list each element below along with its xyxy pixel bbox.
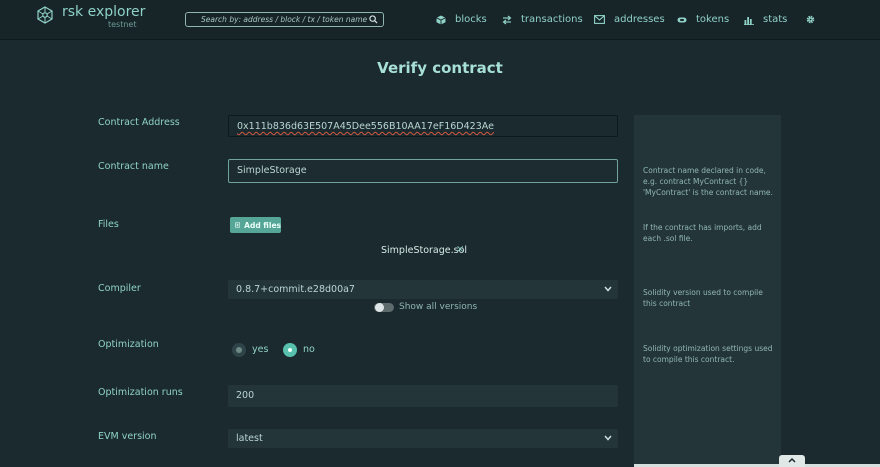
optimization-yes-label: yes — [252, 344, 269, 355]
contract-name-label: Contract name — [98, 161, 169, 172]
nav-stats-label: stats — [763, 14, 788, 25]
toggle-knob — [375, 303, 384, 312]
compiler-select[interactable]: 0.8.7+commit.e28d00a7 — [228, 280, 618, 299]
nav-transactions[interactable]: transactions — [502, 14, 583, 25]
help-optimization: Solidity optimization settings used to c… — [643, 344, 773, 364]
contract-name-input[interactable]: SimpleStorage — [228, 159, 618, 183]
optimization-no-label: no — [303, 344, 315, 355]
gear-icon[interactable] — [806, 15, 815, 24]
nav-stats[interactable]: stats — [744, 14, 787, 25]
contract-address-input[interactable]: 0x111b836d63E507A45Dee556B10AA17eF16D423… — [228, 115, 618, 137]
optimization-yes-radio[interactable] — [232, 343, 246, 357]
help-files: If the contract has imports, add each .s… — [643, 223, 762, 243]
nav-addresses[interactable]: addresses — [594, 14, 665, 25]
search-placeholder: Search by: address / block / tx / token … — [201, 15, 368, 24]
compiler-label: Compiler — [98, 283, 141, 294]
brand-name: rsk explorer — [62, 4, 146, 20]
rsk-logo-icon — [37, 6, 53, 24]
nav-blocks[interactable]: blocks — [436, 14, 487, 25]
scroll-up-button[interactable] — [779, 455, 805, 467]
optimization-no-radio[interactable] — [283, 343, 297, 357]
show-all-versions-label: Show all versions — [399, 302, 478, 312]
optimization-runs-input[interactable]: 200 — [228, 385, 618, 407]
show-all-versions-toggle[interactable] — [374, 303, 394, 312]
evm-version-value: latest — [236, 433, 263, 444]
file-plus-icon — [235, 222, 241, 228]
nav-blocks-label: blocks — [455, 14, 487, 25]
evm-version-select[interactable]: latest — [228, 429, 618, 448]
search-input[interactable]: Search by: address / block / tx / token … — [185, 12, 384, 27]
optimization-label: Optimization — [98, 339, 159, 350]
radio-dot — [236, 347, 242, 353]
radio-dot — [286, 346, 294, 354]
compiler-value: 0.8.7+commit.e28d00a7 — [236, 284, 355, 295]
chevron-down-icon — [604, 435, 612, 441]
token-icon — [677, 17, 687, 22]
bar-chart-icon — [744, 16, 754, 25]
brand-network: testnet — [108, 20, 137, 29]
evm-version-label: EVM version — [98, 431, 157, 442]
top-navbar: rsk explorer testnet Search by: address … — [0, 0, 880, 40]
page-title: Verify contract — [377, 59, 503, 77]
chevron-down-icon — [604, 286, 612, 292]
help-compiler: Solidity version used to compile this co… — [643, 288, 763, 308]
add-files-button[interactable]: Add files — [230, 217, 281, 233]
search-icon[interactable] — [369, 15, 378, 24]
cube-icon — [436, 15, 446, 24]
contract-address-label: Contract Address — [98, 117, 180, 128]
help-contract-name: Contract name declared in code, e.g. con… — [643, 166, 773, 197]
nav-tokens[interactable]: tokens — [677, 14, 729, 25]
nav-transactions-label: transactions — [521, 14, 583, 25]
contract-address-value: 0x111b836d63E507A45Dee556B10AA17eF16D423… — [237, 121, 494, 132]
help-panel: Contract name declared in code, e.g. con… — [634, 115, 781, 467]
nav-addresses-label: addresses — [614, 14, 665, 25]
files-label: Files — [98, 219, 119, 230]
transfer-arrows-icon — [502, 15, 512, 24]
remove-file-icon[interactable]: × — [456, 244, 464, 255]
chevron-up-icon — [788, 458, 796, 463]
optimization-runs-label: Optimization runs — [98, 387, 183, 398]
envelope-icon — [594, 15, 605, 24]
file-item: SimpleStorage.sol — [381, 245, 468, 256]
nav-tokens-label: tokens — [696, 14, 730, 25]
add-files-label: Add files — [244, 220, 281, 230]
